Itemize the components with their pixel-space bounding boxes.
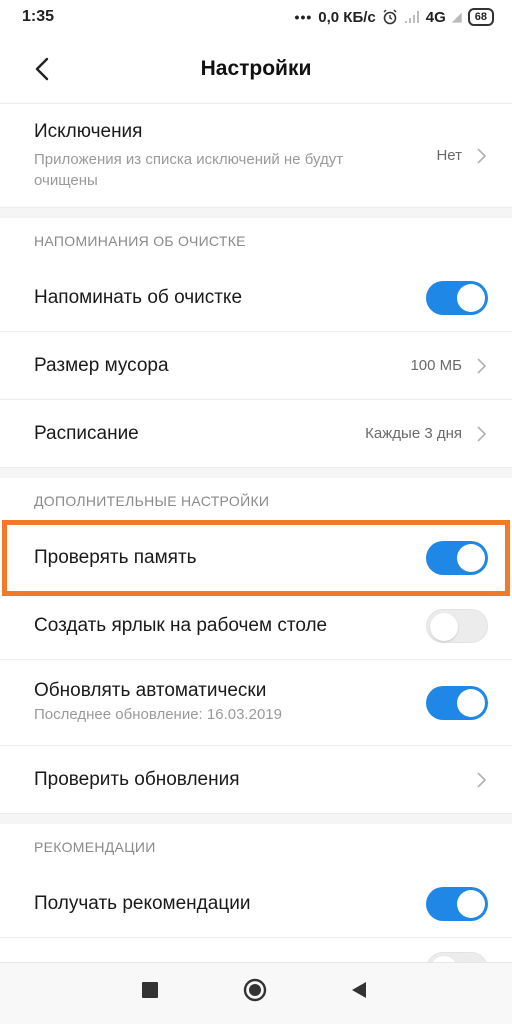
signal-strength-icon: ◢ [451, 9, 462, 24]
section-divider [0, 208, 512, 218]
notification-dots: ••• [294, 9, 313, 25]
junk-size-label: Размер мусора [34, 354, 169, 376]
schedule-value: Каждые 3 дня [365, 425, 462, 442]
auto-update-toggle[interactable] [426, 685, 488, 720]
remind-cleanup-label: Напоминать об очистке [34, 286, 243, 308]
chevron-right-icon [477, 771, 487, 788]
section-title-recommendations: РЕКОМЕНДАЦИИ [34, 839, 156, 855]
header: Настройки [0, 34, 512, 104]
triangle-back-icon[interactable] [350, 981, 368, 999]
create-shortcut-toggle[interactable] [426, 608, 488, 643]
exclusions-value: Нет [436, 147, 462, 164]
get-recommendations-label: Получать рекомендации [34, 892, 251, 914]
check-memory-toggle[interactable] [426, 540, 488, 575]
status-time: 1:35 [22, 8, 55, 25]
battery-icon: 68 [467, 8, 494, 26]
auto-update-label: Обновлять автоматически [34, 680, 267, 701]
navigation-bar [0, 962, 512, 1024]
exclusions-row[interactable]: Исключения Приложения из списка исключен… [0, 104, 512, 208]
junk-size-row[interactable]: Размер мусора 100 МБ [0, 332, 512, 400]
chevron-right-icon [477, 425, 487, 442]
remind-cleanup-toggle[interactable] [426, 280, 488, 315]
chevron-right-icon [477, 357, 487, 374]
check-updates-label: Проверить обновления [34, 768, 240, 790]
status-bar: 1:35 ••• 0,0 КБ/с 4G ◢ 68 [0, 0, 512, 34]
remind-cleanup-row[interactable]: Напоминать об очистке [0, 264, 512, 332]
check-updates-row[interactable]: Проверить обновления [0, 746, 512, 814]
circle-icon[interactable] [243, 978, 267, 1002]
exclusions-sub: Приложения из списка исключений не будут… [34, 150, 344, 189]
section-title-reminders: НАПОМИНАНИЯ ОБ ОЧИСТКЕ [34, 233, 246, 249]
schedule-label: Расписание [34, 422, 139, 444]
square-icon[interactable] [141, 981, 159, 999]
alarm-icon [383, 9, 397, 25]
network-type: 4G [425, 8, 446, 26]
exclusions-label: Исключения [34, 120, 143, 142]
get-recommendations-row[interactable]: Получать рекомендации [0, 870, 512, 938]
chevron-right-icon [477, 147, 487, 164]
chevron-left-icon[interactable] [28, 54, 58, 84]
create-shortcut-label: Создать ярлык на рабочем столе [34, 614, 328, 636]
section-divider [0, 814, 512, 824]
network-speed: 0,0 КБ/с [318, 8, 376, 26]
create-shortcut-row[interactable]: Создать ярлык на рабочем столе [0, 592, 512, 660]
section-title-additional: ДОПОЛНИТЕЛЬНЫЕ НАСТРОЙКИ [34, 493, 270, 509]
signal-icon [404, 11, 419, 23]
get-recommendations-toggle[interactable] [426, 886, 488, 921]
section-divider [0, 468, 512, 478]
schedule-row[interactable]: Расписание Каждые 3 дня [0, 400, 512, 468]
junk-size-value: 100 МБ [410, 357, 462, 374]
auto-update-row[interactable]: Обновлять автоматически Последнее обновл… [0, 660, 512, 746]
status-indicators: ••• 0,0 КБ/с 4G ◢ 68 [295, 8, 494, 26]
check-memory-label: Проверять память [34, 546, 197, 568]
page-title: Настройки [200, 56, 312, 80]
check-memory-row[interactable]: Проверять память [0, 524, 512, 592]
auto-update-sub: Последнее обновление: 16.03.2019 [34, 706, 282, 723]
